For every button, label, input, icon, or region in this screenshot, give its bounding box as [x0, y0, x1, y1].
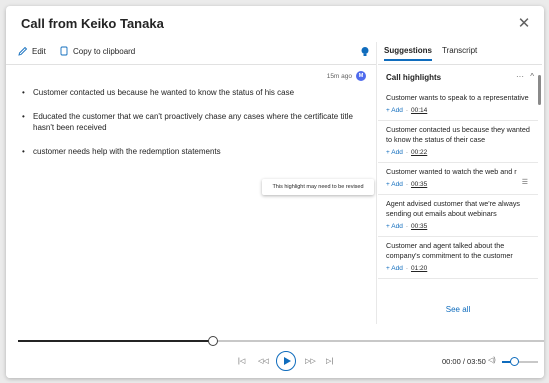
highlight-text: Customer and agent talked about the comp…	[386, 241, 513, 260]
meta-separator: ·	[405, 107, 408, 114]
highlight-meta: + Add · 00:35	[386, 223, 530, 230]
clipboard-icon	[60, 46, 68, 56]
add-button[interactable]: + Add	[386, 181, 403, 188]
media-player: |◁ ◁◁ ▷▷ ▷| 00:00 / 03:50 ◁)	[6, 324, 544, 378]
highlights-header: Call highlights	[386, 73, 442, 82]
volume-track[interactable]	[502, 361, 538, 363]
call-dialog: Call from Keiko Tanaka ✕ Edit Copy to cl…	[6, 6, 544, 378]
edit-button[interactable]: Edit	[18, 46, 46, 56]
timestamp-link[interactable]: 00:14	[411, 107, 427, 114]
highlight-meta: + Add · 00:14	[386, 107, 530, 114]
rewind-icon[interactable]: ◁◁	[258, 357, 269, 365]
seek-handle[interactable]	[207, 336, 218, 346]
dialog-title: Call from Keiko Tanaka	[21, 16, 164, 31]
copy-button[interactable]: Copy to clipboard	[59, 46, 135, 56]
note-item[interactable]: customer needs help with the redemption …	[22, 146, 372, 157]
note-item[interactable]: Educated the customer that we can't proa…	[22, 111, 372, 133]
highlight-text: Customer contacted us because they wante…	[386, 125, 530, 144]
suggestions-pane: Call highlights ··· ^ Customer wants to …	[378, 64, 542, 322]
fast-forward-icon[interactable]: ▷▷	[305, 357, 316, 365]
highlight-card: Customer and agent talked about the comp…	[378, 237, 538, 279]
tab-bar: Suggestions Transcript	[384, 46, 477, 61]
lightbulb-icon[interactable]	[360, 46, 370, 58]
highlight-card: Customer contacted us because they wante…	[378, 121, 538, 163]
highlight-meta: + Add · 01:20	[386, 265, 530, 272]
copy-label: Copy to clipboard	[73, 46, 136, 56]
toolbar: Edit Copy to clipboard	[6, 42, 376, 64]
meta-separator: ·	[405, 223, 408, 230]
meta-separator: ·	[405, 181, 408, 188]
add-button[interactable]: + Add	[386, 149, 403, 156]
timestamp-link[interactable]: 00:22	[411, 149, 427, 156]
highlight-card: Customer wanted to watch the web and r +…	[378, 163, 538, 195]
skip-back-icon[interactable]: |◁	[238, 357, 245, 365]
scrollbar[interactable]	[538, 75, 541, 105]
pencil-icon	[18, 46, 28, 56]
volume-icon[interactable]: ◁)	[488, 356, 496, 364]
meta-separator: ·	[405, 149, 408, 156]
meta-separator: ·	[405, 265, 408, 272]
avatar: M	[356, 71, 366, 81]
see-all-link[interactable]: See all	[378, 305, 538, 314]
timestamp-link[interactable]: 00:35	[411, 223, 427, 230]
close-icon[interactable]: ✕	[514, 14, 534, 34]
add-button[interactable]: + Add	[386, 265, 403, 272]
revision-tooltip: This highlight may need to be revised	[262, 179, 374, 195]
highlight-card: Customer wants to speak to a representat…	[378, 89, 538, 121]
time-display: 00:00 / 03:50	[442, 357, 486, 366]
more-icon[interactable]: ···	[516, 72, 524, 81]
note-timestamp: 15m ago	[326, 73, 352, 80]
pane-divider	[376, 42, 377, 324]
edit-label: Edit	[32, 46, 46, 56]
add-button[interactable]: + Add	[386, 107, 403, 114]
highlight-cards: Customer wants to speak to a representat…	[378, 89, 538, 279]
chevron-up-icon[interactable]: ^	[530, 72, 534, 81]
highlight-text: Customer wanted to watch the web and r	[386, 167, 517, 176]
add-button[interactable]: + Add	[386, 223, 403, 230]
volume-handle[interactable]	[510, 357, 520, 366]
highlight-meta: + Add · 00:35	[386, 181, 530, 188]
note-item[interactable]: Customer contacted us because he wanted …	[22, 87, 372, 98]
seek-track[interactable]	[18, 340, 544, 342]
highlight-meta: + Add · 00:22	[386, 149, 530, 156]
tab-suggestions[interactable]: Suggestions	[384, 46, 433, 61]
skip-forward-icon[interactable]: ▷|	[326, 357, 333, 365]
highlight-text: Customer wants to speak to a representat…	[386, 93, 529, 102]
highlight-text: Agent advised customer that we're always…	[386, 199, 521, 218]
notes-pane: 15m ago M Customer contacted us because …	[6, 64, 376, 378]
highlight-card: Agent advised customer that we're always…	[378, 195, 538, 237]
seek-progress	[18, 340, 213, 342]
notes-list: Customer contacted us because he wanted …	[22, 87, 372, 170]
timestamp-link[interactable]: 00:35	[411, 181, 427, 188]
timestamp-link[interactable]: 01:20	[411, 265, 427, 272]
play-button[interactable]	[276, 351, 296, 371]
revise-icon[interactable]: ☰	[522, 178, 528, 186]
tab-transcript[interactable]: Transcript	[442, 46, 477, 61]
